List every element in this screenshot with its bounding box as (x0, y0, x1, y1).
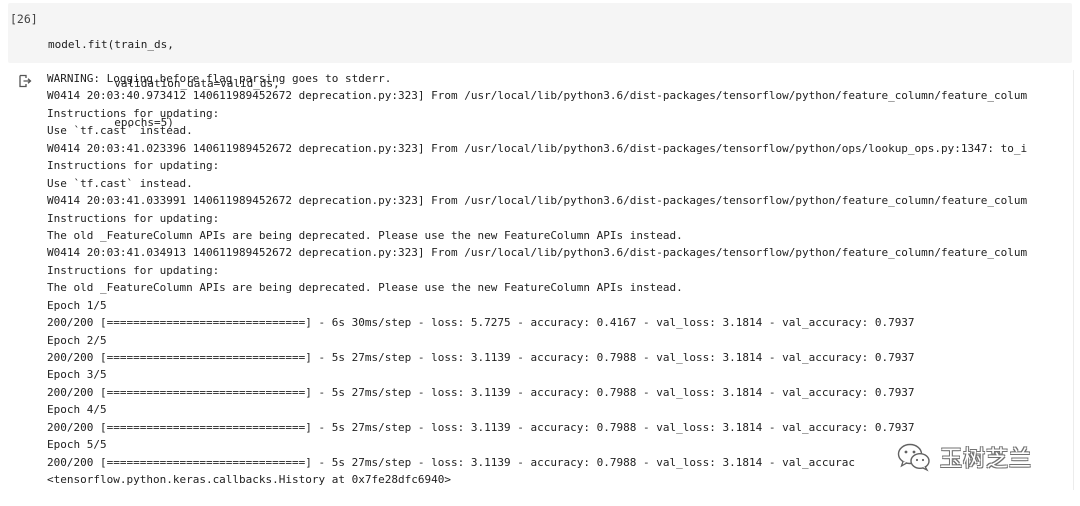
watermark: 玉树芝兰 (896, 440, 1056, 474)
output-line: W0414 20:03:41.034913 140611989452672 de… (47, 246, 1028, 260)
output-redirect-icon[interactable] (18, 73, 32, 88)
output-line: W0414 20:03:40.973412 140611989452672 de… (47, 89, 1028, 103)
code-line: model.fit(train_ds, (48, 38, 174, 51)
output-line: 200/200 [==============================]… (47, 420, 915, 434)
output-scroll-edge (1073, 70, 1074, 490)
watermark-text: 玉树芝兰 (940, 447, 1033, 472)
output-line: The old _FeatureColumn APIs are being de… (47, 281, 683, 295)
output-line: 200/200 [==============================]… (47, 316, 915, 330)
output-line: 200/200 [==============================]… (47, 385, 915, 399)
output-redirect-icon-svg (19, 74, 32, 88)
execution-count: [26] (10, 12, 38, 26)
output-line: Epoch 3/5 (47, 368, 107, 382)
cell-output: WARNING: Logging before flag parsing goe… (47, 70, 1071, 490)
output-line: WARNING: Logging before flag parsing goe… (47, 72, 392, 85)
output-line: The old _FeatureColumn APIs are being de… (47, 228, 683, 242)
output-line: Instructions for updating: (47, 106, 220, 120)
output-line: Instructions for updating: (47, 211, 220, 225)
output-line: Epoch 4/5 (47, 403, 107, 417)
output-line: Epoch 2/5 (47, 333, 107, 347)
output-line: Use `tf.cast` instead. (47, 176, 193, 190)
output-line: Epoch 1/5 (47, 298, 107, 312)
output-line: Use `tf.cast` instead. (47, 124, 193, 138)
output-line: W0414 20:03:41.023396 140611989452672 de… (47, 141, 1028, 155)
output-line: 200/200 [==============================]… (47, 351, 915, 364)
code-cell[interactable]: [26] model.fit(train_ds, validation_data… (8, 3, 1072, 129)
wechat-logo-icon (897, 443, 930, 472)
output-line: W0414 20:03:41.033991 140611989452672 de… (47, 194, 1028, 208)
output-line: Instructions for updating: (47, 263, 220, 277)
output-line: Instructions for updating: (47, 159, 220, 173)
